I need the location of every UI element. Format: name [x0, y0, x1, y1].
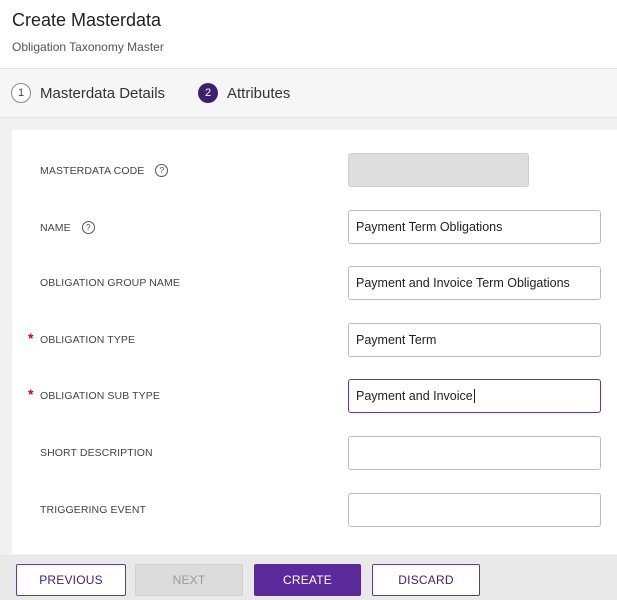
- form-row-obligation-group-name: OBLIGATION GROUP NAME Payment and Invoic…: [12, 266, 617, 300]
- name-input[interactable]: Payment Term Obligations: [348, 210, 601, 244]
- required-asterisk: *: [28, 386, 34, 402]
- form-row-name: NAME ? Payment Term Obligations: [12, 210, 617, 244]
- short-description-input[interactable]: [348, 436, 601, 470]
- field-label: OBLIGATION TYPE: [40, 334, 136, 346]
- help-icon[interactable]: ?: [155, 164, 169, 177]
- field-label: OBLIGATION GROUP NAME: [40, 277, 180, 289]
- text-cursor: [473, 389, 475, 403]
- field-label: SHORT DESCRIPTION: [40, 447, 153, 459]
- input-value: Payment and Invoice: [356, 389, 473, 403]
- step-masterdata-details[interactable]: 1 Masterdata Details: [11, 82, 165, 104]
- form-row-obligation-sub-type: * OBLIGATION SUB TYPE Payment and Invoic…: [12, 379, 617, 413]
- previous-button[interactable]: PREVIOUS: [16, 564, 126, 596]
- obligation-group-name-input[interactable]: Payment and Invoice Term Obligations: [348, 266, 601, 300]
- help-icon[interactable]: ?: [81, 221, 95, 234]
- field-label: NAME ?: [40, 221, 95, 234]
- step-label: Masterdata Details: [40, 84, 166, 102]
- page-title: Create Masterdata: [12, 10, 162, 30]
- masterdata-code-input: [348, 153, 529, 187]
- discard-button[interactable]: DISCARD: [372, 564, 480, 596]
- next-button: NEXT: [135, 564, 243, 596]
- form-row-masterdata-code: MASTERDATA CODE ?: [12, 153, 617, 187]
- field-label: MASTERDATA CODE ?: [40, 164, 169, 177]
- page-subtitle: Obligation Taxonomy Master: [12, 40, 164, 54]
- required-asterisk: *: [28, 330, 34, 346]
- step-attributes[interactable]: 2 Attributes: [198, 82, 290, 104]
- form-row-triggering-event: TRIGGERING EVENT: [12, 493, 617, 527]
- wizard-stepper: 1 Masterdata Details 2 Attributes: [0, 69, 617, 118]
- field-label: OBLIGATION SUB TYPE: [40, 390, 160, 402]
- step-number-badge: 2: [198, 83, 218, 103]
- field-label-text: NAME: [40, 221, 71, 234]
- field-label: TRIGGERING EVENT: [40, 504, 147, 516]
- create-button[interactable]: CREATE: [254, 564, 361, 596]
- action-footer: PREVIOUS NEXT CREATE DISCARD: [0, 555, 617, 600]
- attributes-form: MASTERDATA CODE ? NAME ? Payment Term Ob…: [12, 130, 617, 554]
- form-row-short-description: SHORT DESCRIPTION: [12, 436, 617, 470]
- field-label-text: MASTERDATA CODE: [40, 164, 145, 177]
- step-label: Attributes: [227, 84, 291, 102]
- page-header: Create Masterdata Obligation Taxonomy Ma…: [0, 0, 617, 69]
- triggering-event-input[interactable]: [348, 493, 601, 527]
- step-number-badge: 1: [11, 83, 31, 103]
- obligation-type-input[interactable]: Payment Term: [348, 323, 601, 357]
- form-row-obligation-type: * OBLIGATION TYPE Payment Term: [12, 323, 617, 357]
- obligation-sub-type-input[interactable]: Payment and Invoice: [348, 379, 601, 413]
